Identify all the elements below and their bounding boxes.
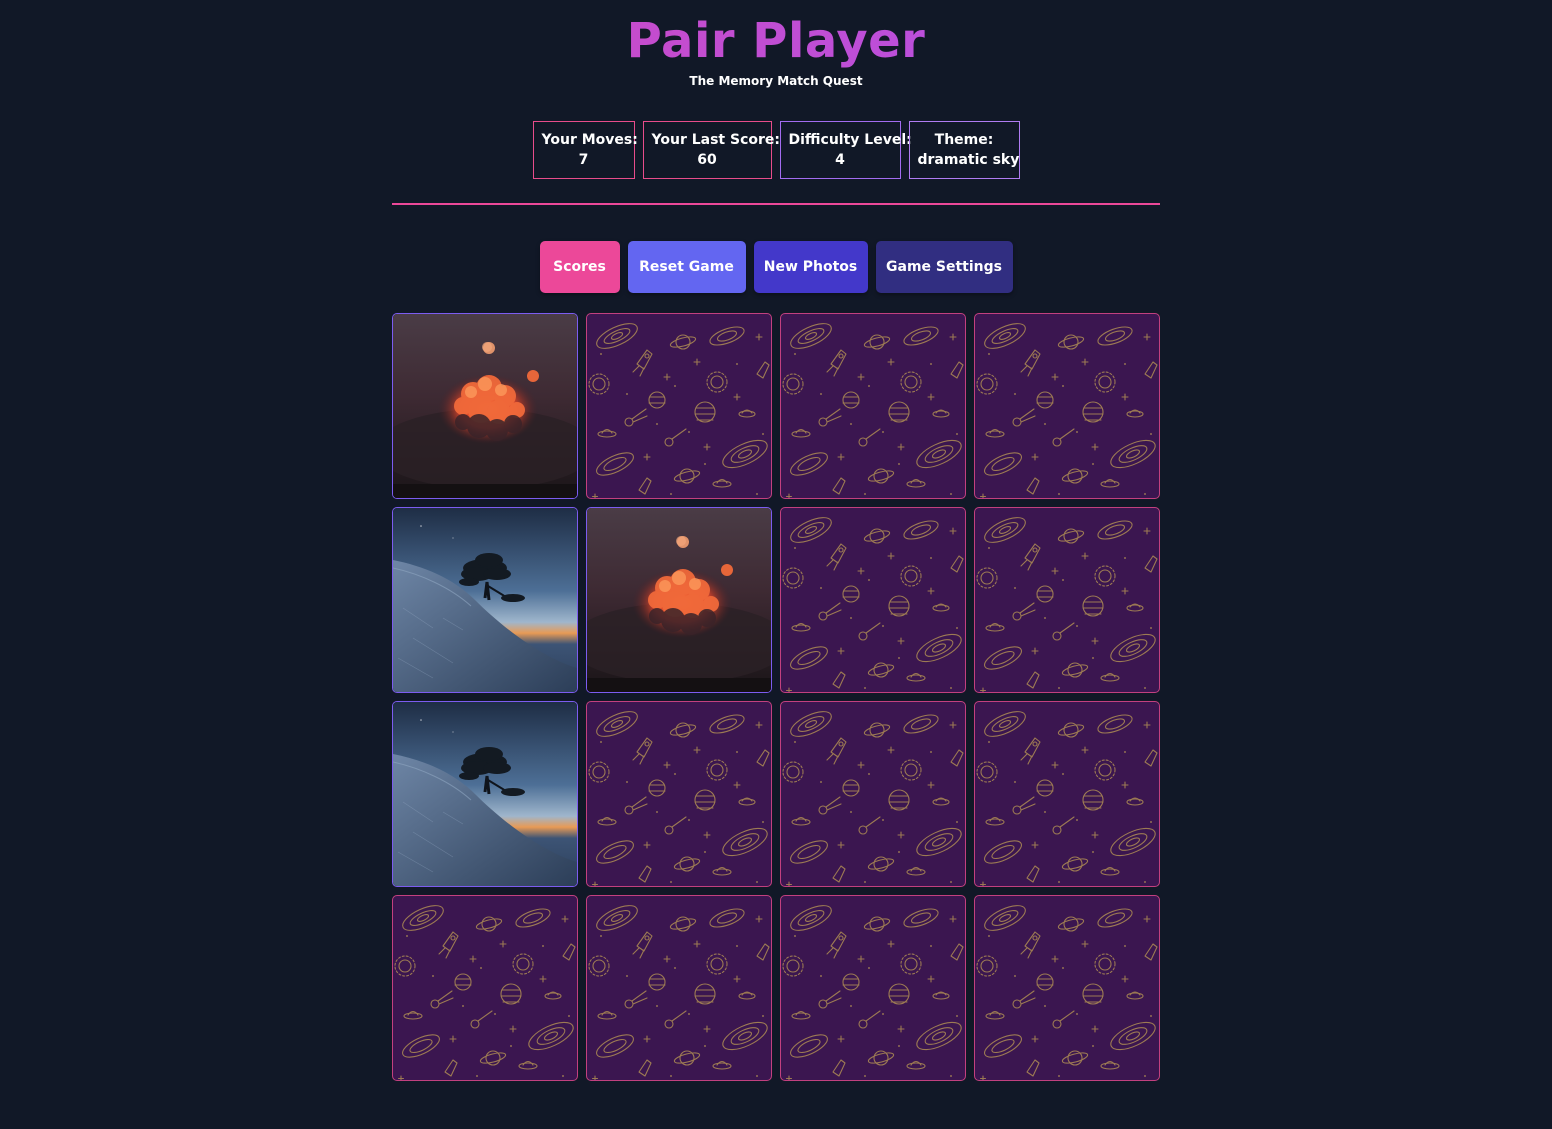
memory-card-hidden[interactable]: [586, 313, 772, 499]
scores-button[interactable]: Scores: [539, 241, 620, 293]
card-back-pattern: [588, 317, 771, 498]
memory-card-hidden[interactable]: [586, 895, 772, 1081]
stat-last-score: Your Last Score: 60: [642, 121, 780, 179]
game-page: Pair Player The Memory Match Quest Your …: [0, 0, 1552, 1129]
stat-difficulty: Difficulty Level: 4: [779, 121, 912, 179]
stats-bar: Your Moves: 7 Your Last Score: 60 Diffic…: [0, 121, 1552, 179]
sunset-cloud-moon-image: [393, 314, 577, 498]
card-back-pattern: [782, 705, 965, 886]
memory-card-hidden[interactable]: [974, 313, 1160, 499]
stat-theme-label: Theme:: [934, 132, 994, 148]
card-back-pattern: [394, 899, 577, 1080]
memory-card-lone-tree-snowy-hill[interactable]: [392, 701, 578, 887]
stat-last-score-value: 60: [697, 152, 717, 168]
memory-card-sunset-cloud-moon[interactable]: [586, 507, 772, 693]
memory-card-hidden[interactable]: [780, 701, 966, 887]
memory-card-hidden[interactable]: [974, 895, 1160, 1081]
divider: [392, 203, 1160, 205]
memory-card-hidden[interactable]: [392, 895, 578, 1081]
card-back-pattern: [976, 705, 1159, 886]
sunset-cloud-moon-image: [587, 508, 771, 692]
memory-card-hidden[interactable]: [780, 313, 966, 499]
memory-card-hidden[interactable]: [974, 507, 1160, 693]
stat-moves: Your Moves: 7: [532, 121, 638, 179]
new-photos-button[interactable]: New Photos: [753, 241, 868, 293]
memory-card-hidden[interactable]: [780, 507, 966, 693]
memory-card-sunset-cloud-moon[interactable]: [392, 313, 578, 499]
lone-tree-snowy-hill-image: [393, 702, 577, 886]
card-grid: [392, 313, 1160, 1081]
page-subtitle: The Memory Match Quest: [689, 74, 863, 88]
stat-difficulty-label: Difficulty Level:: [788, 132, 912, 148]
card-back-pattern: [976, 511, 1159, 692]
stat-moves-value: 7: [578, 152, 589, 168]
stat-theme-value: dramatic sky: [917, 152, 1020, 168]
memory-card-lone-tree-snowy-hill[interactable]: [392, 507, 578, 693]
page-title: Pair Player: [0, 12, 1552, 70]
card-back-pattern: [782, 511, 965, 692]
memory-card-hidden[interactable]: [586, 701, 772, 887]
lone-tree-snowy-hill-image: [393, 508, 577, 692]
stat-moves-label: Your Moves:: [541, 132, 638, 148]
game-settings-button[interactable]: Game Settings: [875, 241, 1013, 293]
card-back-pattern: [588, 899, 771, 1080]
stat-last-score-label: Your Last Score:: [651, 132, 780, 148]
action-buttons: Scores Reset Game New Photos Game Settin…: [0, 241, 1552, 293]
card-back-pattern: [976, 899, 1159, 1080]
card-back-pattern: [588, 705, 771, 886]
stat-difficulty-value: 4: [835, 152, 845, 168]
memory-card-hidden[interactable]: [780, 895, 966, 1081]
card-back-pattern: [782, 317, 965, 498]
card-back-pattern: [782, 899, 965, 1080]
card-back-pattern: [976, 317, 1159, 498]
stat-theme: Theme: dramatic sky: [908, 121, 1020, 179]
reset-game-button[interactable]: Reset Game: [627, 241, 746, 293]
memory-card-hidden[interactable]: [974, 701, 1160, 887]
